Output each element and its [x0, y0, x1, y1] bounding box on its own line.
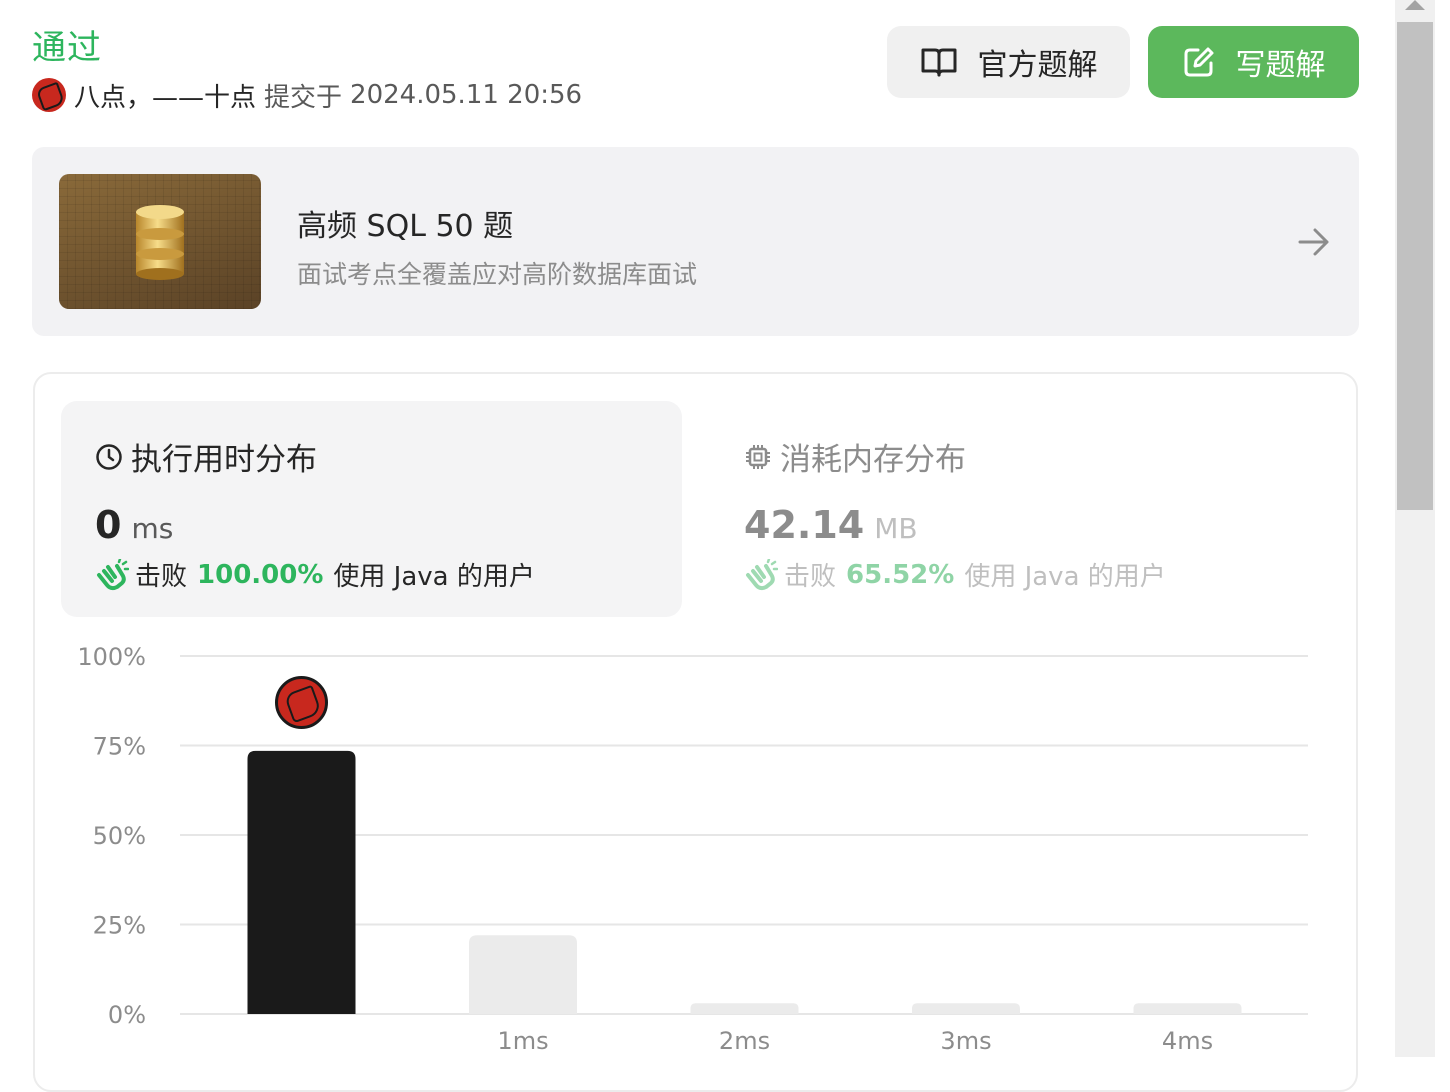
bar	[690, 1003, 799, 1014]
scroll-up-arrow-icon[interactable]	[1405, 0, 1425, 10]
y-tick-label: 75%	[93, 733, 146, 761]
bar	[1133, 1003, 1242, 1014]
y-tick-label: 50%	[93, 822, 146, 850]
y-tick-label: 100%	[77, 643, 146, 671]
scrollbar-thumb[interactable]	[1397, 22, 1433, 510]
y-tick-label: 25%	[93, 912, 146, 940]
x-tick-label: 3ms	[940, 1027, 991, 1055]
y-tick-label: 0%	[108, 1001, 146, 1029]
runtime-distribution-chart: 0% 25% 50% 75% 100% 1ms 2ms 3ms 4ms	[77, 643, 1308, 1055]
bar	[469, 935, 577, 1014]
bar	[247, 750, 356, 1014]
x-tick-label: 1ms	[497, 1027, 548, 1055]
bar	[912, 1003, 1020, 1014]
my-submission-avatar	[275, 676, 328, 729]
x-tick-label: 4ms	[1162, 1027, 1213, 1055]
x-tick-label: 2ms	[719, 1027, 770, 1055]
